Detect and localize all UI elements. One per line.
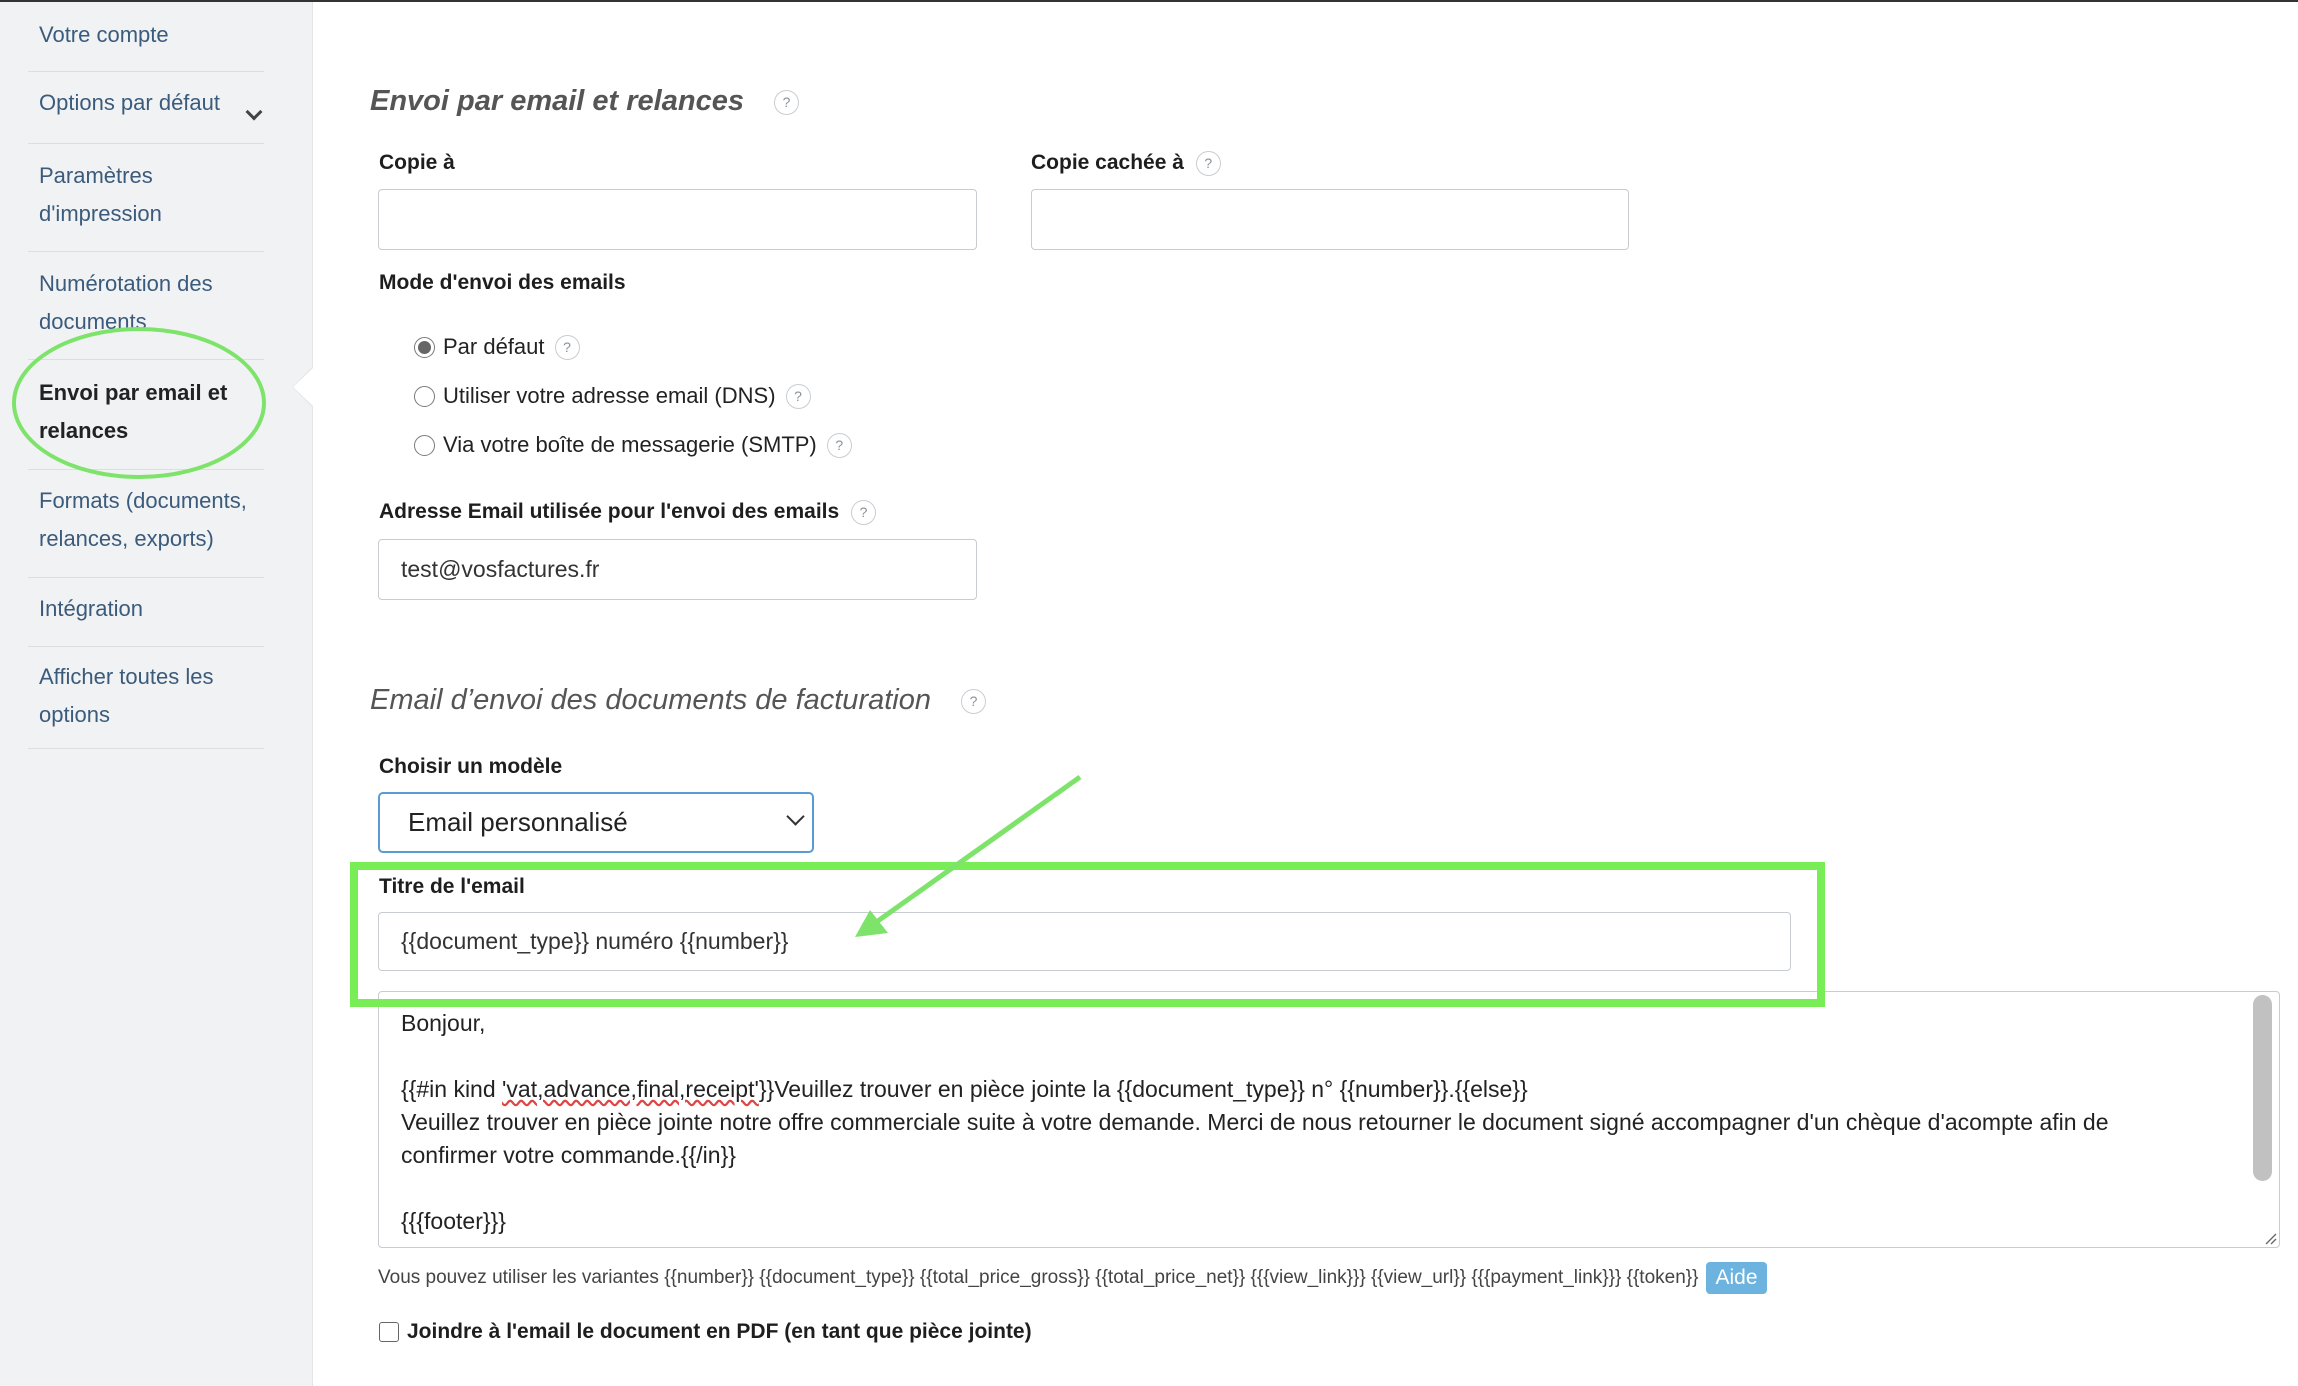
arrow-annotation-icon	[855, 774, 1082, 937]
